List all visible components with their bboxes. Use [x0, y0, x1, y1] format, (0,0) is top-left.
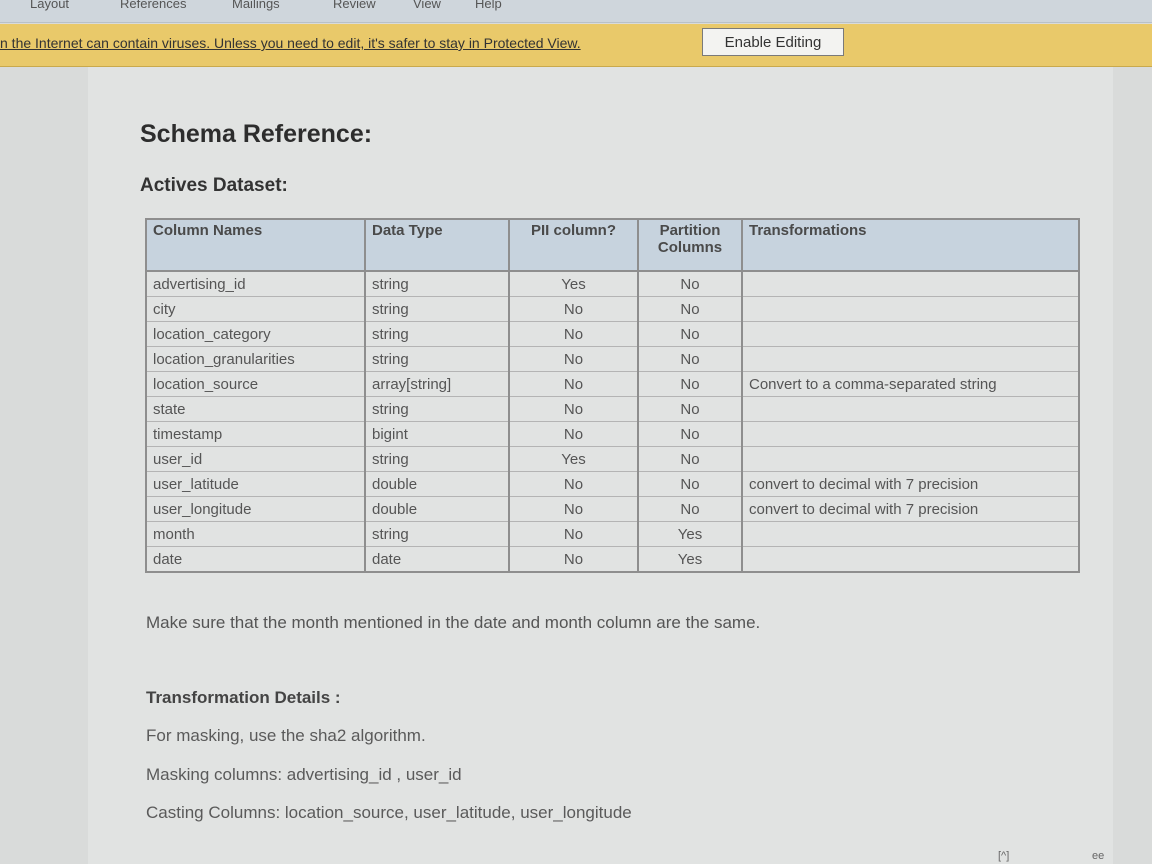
month-date-note: Make sure that the month mentioned in th… — [146, 613, 761, 632]
cell-column-name: location_source — [145, 371, 366, 397]
cell-transformation: convert to decimal with 7 precision — [741, 471, 1080, 497]
cell-transformation — [741, 271, 1080, 297]
cell-pii: No — [508, 421, 639, 447]
cell-pii: No — [508, 296, 639, 322]
cell-pii: Yes — [508, 271, 639, 297]
cell-pii: Yes — [508, 446, 639, 472]
table-row: location_granularities string No No — [145, 346, 1080, 372]
cell-transformation — [741, 521, 1080, 547]
header-transformations: Transformations — [741, 218, 1080, 272]
table-row: user_latitude double No No convert to de… — [145, 471, 1080, 497]
table-row: timestamp bigint No No — [145, 421, 1080, 447]
cell-pii: No — [508, 346, 639, 372]
cell-pii: No — [508, 371, 639, 397]
protected-view-message: n the Internet can contain viruses. Unle… — [0, 35, 581, 51]
table-row: month string No Yes — [145, 521, 1080, 547]
table-header-row: Column Names Data Type PII column? Parti… — [145, 218, 1080, 272]
cell-transformation — [741, 346, 1080, 372]
cell-data-type: string — [364, 321, 510, 347]
tab-layout[interactable]: Layout — [30, 0, 69, 11]
cell-transformation — [741, 321, 1080, 347]
header-data-type: Data Type — [364, 218, 510, 272]
table-row: state string No No — [145, 396, 1080, 422]
cell-data-type: string — [364, 271, 510, 297]
table-row: user_longitude double No No convert to d… — [145, 496, 1080, 522]
cell-transformation — [741, 296, 1080, 322]
cell-data-type: double — [364, 471, 510, 497]
cell-pii: No — [508, 521, 639, 547]
cell-data-type: array[string] — [364, 371, 510, 397]
cell-column-name: user_id — [145, 446, 366, 472]
enable-editing-button[interactable]: Enable Editing — [702, 28, 844, 56]
tab-view[interactable]: View — [413, 0, 441, 11]
protected-view-bar: n the Internet can contain viruses. Unle… — [0, 24, 1152, 67]
cell-column-name: month — [145, 521, 366, 547]
header-pii-column: PII column? — [508, 218, 639, 272]
cell-column-name: user_latitude — [145, 471, 366, 497]
cell-transformation: Convert to a comma-separated string — [741, 371, 1080, 397]
cell-column-name: user_longitude — [145, 496, 366, 522]
table-row: location_source array[string] No No Conv… — [145, 371, 1080, 397]
cell-pii: No — [508, 321, 639, 347]
cell-partition: No — [637, 321, 743, 347]
cell-data-type: string — [364, 296, 510, 322]
casting-columns-line: Casting Columns: location_source, user_l… — [146, 803, 632, 822]
cell-data-type: string — [364, 521, 510, 547]
document-title: Schema Reference: — [140, 120, 373, 148]
cell-transformation — [741, 446, 1080, 472]
cell-column-name: location_granularities — [145, 346, 366, 372]
table-row: city string No No — [145, 296, 1080, 322]
cell-data-type: date — [364, 546, 510, 573]
cell-data-type: bigint — [364, 421, 510, 447]
cell-partition: No — [637, 271, 743, 297]
cell-pii: No — [508, 471, 639, 497]
status-bar-mark: ee — [1092, 850, 1105, 862]
cell-partition: No — [637, 371, 743, 397]
masking-algorithm-line: For masking, use the sha2 algorithm. — [146, 726, 426, 745]
cell-transformation: convert to decimal with 7 precision — [741, 496, 1080, 522]
cell-partition: No — [637, 396, 743, 422]
cell-partition: No — [637, 496, 743, 522]
cell-column-name: advertising_id — [145, 271, 366, 297]
cell-transformation — [741, 546, 1080, 573]
table-row: user_id string Yes No — [145, 446, 1080, 472]
table-row: advertising_id string Yes No — [145, 271, 1080, 297]
cell-pii: No — [508, 546, 639, 573]
tab-references[interactable]: References — [120, 0, 186, 11]
document-subtitle: Actives Dataset: — [140, 175, 288, 196]
schema-table: Column Names Data Type PII column? Parti… — [145, 218, 1080, 573]
cell-data-type: string — [364, 346, 510, 372]
cell-partition: Yes — [637, 521, 743, 547]
cell-data-type: string — [364, 396, 510, 422]
cell-pii: No — [508, 496, 639, 522]
cell-column-name: state — [145, 396, 366, 422]
cell-partition: No — [637, 296, 743, 322]
tab-help[interactable]: Help — [475, 0, 502, 11]
cell-data-type: string — [364, 446, 510, 472]
cell-pii: No — [508, 396, 639, 422]
cell-transformation — [741, 396, 1080, 422]
tab-mailings[interactable]: Mailings — [232, 0, 280, 11]
tab-review[interactable]: Review — [333, 0, 376, 11]
header-column-names: Column Names — [145, 218, 366, 272]
cell-column-name: city — [145, 296, 366, 322]
transformation-details-heading: Transformation Details : — [146, 688, 341, 707]
cell-data-type: double — [364, 496, 510, 522]
cell-column-name: location_category — [145, 321, 366, 347]
table-row: date date No Yes — [145, 546, 1080, 573]
header-partition-columns: Partition Columns — [637, 218, 743, 272]
cell-column-name: timestamp — [145, 421, 366, 447]
cell-partition: No — [637, 446, 743, 472]
masking-columns-line: Masking columns: advertising_id , user_i… — [146, 765, 462, 784]
ribbon-tab-bar: Layout References Mailings Review View H… — [0, 0, 1152, 23]
table-row: location_category string No No — [145, 321, 1080, 347]
cell-partition: No — [637, 421, 743, 447]
cell-partition: No — [637, 346, 743, 372]
cell-column-name: date — [145, 546, 366, 573]
status-bar-mark: [^] — [998, 850, 1010, 862]
cell-partition: Yes — [637, 546, 743, 573]
cell-transformation — [741, 421, 1080, 447]
cell-partition: No — [637, 471, 743, 497]
